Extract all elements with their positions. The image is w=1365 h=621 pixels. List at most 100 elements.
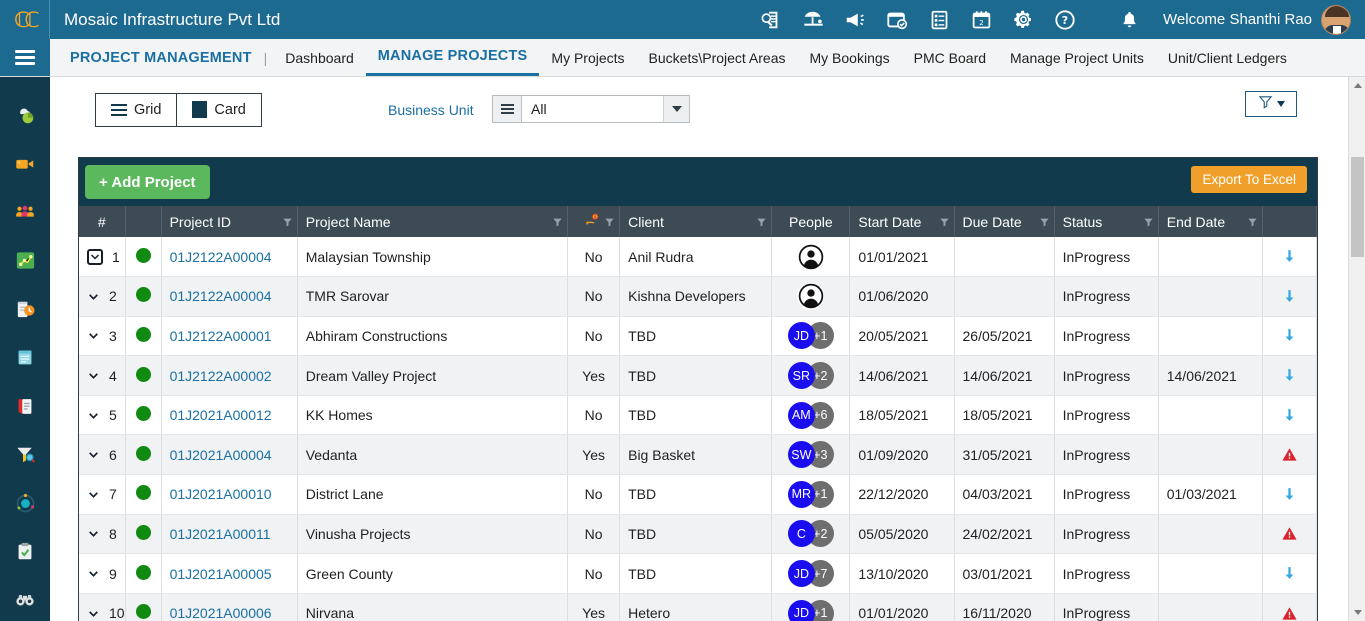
person-avatar[interactable]: MR <box>787 480 815 508</box>
person-avatar-icon[interactable] <box>797 243 825 271</box>
warning-icon[interactable] <box>1281 525 1298 542</box>
row-expand-toggle[interactable]: 9 <box>87 566 117 582</box>
cell-alert[interactable] <box>1262 514 1318 555</box>
row-alert-icon[interactable] <box>1271 247 1308 266</box>
nav-link-buckets-project-areas[interactable]: Buckets\Project Areas <box>637 39 798 76</box>
cell-alert[interactable] <box>1262 237 1318 278</box>
row-expand-toggle[interactable]: 7 <box>87 486 117 502</box>
column-header-billable[interactable]: $ <box>567 206 621 237</box>
table-row[interactable]: 8 01J2021A00011 Vinusha Projects No TBD C +2 05… <box>79 514 1318 555</box>
sidebar-item-binoculars[interactable] <box>0 576 50 621</box>
row-alert-icon[interactable] <box>1271 366 1308 385</box>
table-row[interactable]: 1 01J2122A00004 Malaysian Township No Anil R… <box>79 237 1318 278</box>
row-expand-toggle[interactable]: 2 <box>87 288 117 304</box>
filter-icon-start-date[interactable] <box>939 217 950 227</box>
project-id-link[interactable]: 01J2122A00001 <box>170 328 272 344</box>
sidebar-item-calendar-notes[interactable] <box>0 334 50 383</box>
chevron-down-icon[interactable] <box>87 447 100 462</box>
scroll-down-button[interactable] <box>1349 604 1365 621</box>
download-icon[interactable] <box>1281 287 1298 306</box>
app-logo[interactable]: ℂℂ <box>0 0 50 39</box>
cell-project-id[interactable]: 01J2122A00004 <box>161 237 298 278</box>
download-icon[interactable] <box>1281 564 1298 583</box>
row-alert-icon[interactable] <box>1271 287 1308 306</box>
download-icon[interactable] <box>1281 485 1298 504</box>
cell-project-id[interactable]: 01J2021A00004 <box>161 434 298 476</box>
card-view-button[interactable]: Card <box>176 94 261 126</box>
help-icon[interactable]: ? <box>1053 8 1077 32</box>
table-row[interactable]: 5 01J2021A00012 KK Homes No TBD AM +6 18/05/202… <box>79 395 1318 436</box>
row-expand-toggle[interactable]: 1 <box>87 248 120 265</box>
chevron-down-icon[interactable] <box>87 487 100 502</box>
nav-link-unit-client-ledgers[interactable]: Unit/Client Ledgers <box>1156 39 1299 76</box>
export-to-excel-button[interactable]: Export To Excel <box>1191 166 1307 193</box>
column-header-end-date[interactable]: End Date <box>1158 206 1263 237</box>
cell-row-number[interactable]: 5 <box>79 395 126 436</box>
calendar-day-icon[interactable]: 2 <box>969 8 993 32</box>
chevron-down-icon[interactable] <box>87 368 100 383</box>
gear-icon[interactable] <box>1011 8 1035 32</box>
project-id-link[interactable]: 01J2021A00005 <box>170 566 272 582</box>
nav-link-pmc-board[interactable]: PMC Board <box>902 39 998 76</box>
cell-row-number[interactable]: 10 <box>79 593 126 621</box>
sidebar-item-task-clipboard[interactable] <box>0 528 50 577</box>
row-expand-toggle[interactable]: 6 <box>87 447 117 463</box>
person-avatar-icon[interactable] <box>797 282 825 310</box>
row-expand-toggle[interactable]: 10 <box>87 605 124 621</box>
chevron-down-icon[interactable] <box>87 526 100 541</box>
row-expand-toggle[interactable]: 4 <box>87 368 117 384</box>
vertical-scrollbar[interactable] <box>1348 77 1365 621</box>
document-search-icon[interactable] <box>759 8 783 32</box>
sidebar-item-video[interactable] <box>0 140 50 189</box>
cell-alert[interactable] <box>1262 553 1318 594</box>
project-id-link[interactable]: 01J2122A00004 <box>170 288 272 304</box>
filter-icon-due-date[interactable] <box>1039 217 1050 227</box>
avatar[interactable] <box>1321 4 1351 35</box>
row-expand-toggle[interactable]: 8 <box>87 526 117 542</box>
business-unit-select[interactable]: All <box>492 95 690 123</box>
sidebar-item-cloud-analytics[interactable] <box>0 91 50 140</box>
cell-project-id[interactable]: 01J2122A00004 <box>161 276 298 317</box>
calendar-check-icon[interactable] <box>885 8 909 32</box>
cell-row-number[interactable]: 4 <box>79 355 126 396</box>
cell-project-id[interactable]: 01J2021A00010 <box>161 474 298 515</box>
filter-button[interactable] <box>1245 91 1297 117</box>
row-alert-icon[interactable] <box>1271 326 1308 345</box>
project-id-link[interactable]: 01J2021A00010 <box>170 486 272 502</box>
cell-project-id[interactable]: 01J2021A00006 <box>161 593 298 621</box>
download-icon[interactable] <box>1281 247 1298 266</box>
row-expand-toggle[interactable]: 5 <box>87 407 117 423</box>
scroll-up-button[interactable] <box>1349 77 1365 94</box>
column-header-due-date[interactable]: Due Date <box>954 206 1055 237</box>
person-avatar[interactable]: JD <box>787 560 815 588</box>
cell-project-id[interactable]: 01J2122A00002 <box>161 355 298 396</box>
sidebar-item-network-diagram[interactable] <box>0 237 50 286</box>
table-row[interactable]: 2 01J2122A00004 TMR Sarovar No Kishna Develo… <box>79 276 1318 317</box>
filter-icon-project-id[interactable] <box>282 217 293 227</box>
download-icon[interactable] <box>1281 406 1298 425</box>
cell-alert[interactable] <box>1262 395 1318 436</box>
chevron-down-icon[interactable] <box>663 96 689 122</box>
cell-row-number[interactable]: 1 <box>79 237 126 278</box>
table-row[interactable]: 6 01J2021A00004 Vedanta Yes Big Basket SW +3 01… <box>79 434 1318 476</box>
chevron-down-icon[interactable] <box>87 566 100 581</box>
nav-link-my-bookings[interactable]: My Bookings <box>798 39 902 76</box>
download-icon[interactable] <box>1281 326 1298 345</box>
column-header-status[interactable]: Status <box>1054 206 1159 237</box>
cell-project-id[interactable]: 01J2021A00005 <box>161 553 298 594</box>
sidebar-item-funnel-search[interactable] <box>0 431 50 480</box>
table-row[interactable]: 9 01J2021A00005 Green County No TBD JD +7 13/10… <box>79 553 1318 594</box>
cell-alert[interactable] <box>1262 276 1318 317</box>
sidebar-item-team[interactable] <box>0 188 50 237</box>
chevron-down-icon[interactable] <box>87 408 100 423</box>
person-avatar[interactable]: SR <box>787 362 815 390</box>
filter-icon-status[interactable] <box>1143 217 1154 227</box>
warning-icon[interactable] <box>1281 446 1298 463</box>
megaphone-icon[interactable] <box>843 8 867 32</box>
grid-view-button[interactable]: Grid <box>96 94 177 126</box>
chevron-down-icon[interactable] <box>87 606 100 621</box>
nav-link-manage-projects[interactable]: MANAGE PROJECTS <box>365 39 540 76</box>
column-header-project-name[interactable]: Project Name <box>297 206 569 237</box>
cell-project-id[interactable]: 01J2021A00012 <box>161 395 298 436</box>
cell-alert[interactable] <box>1262 434 1318 476</box>
